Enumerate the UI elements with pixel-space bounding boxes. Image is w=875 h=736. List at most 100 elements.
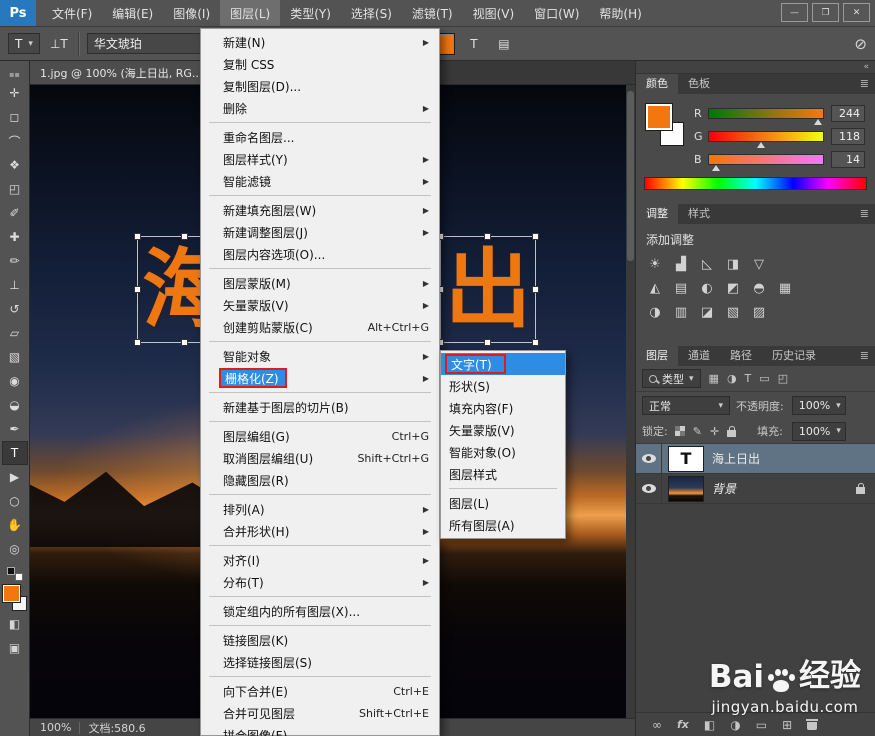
eraser-tool[interactable]: ▱ — [2, 321, 28, 345]
text-layer-object-chu[interactable]: 出 — [437, 233, 539, 346]
collapse-dock-icon[interactable]: « — [863, 62, 869, 72]
layer-filter-select[interactable]: 类型 ▾ — [642, 369, 701, 388]
levels-icon[interactable]: ▟ — [668, 252, 694, 276]
menu-item[interactable]: 新建调整图层(J) ▶ — [201, 221, 439, 243]
brightness-contrast-icon[interactable]: ☀ — [642, 252, 668, 276]
panel-tab[interactable]: 通道 — [678, 346, 720, 366]
adjustment-layer-filter-icon[interactable]: ◑ — [727, 372, 737, 385]
color-spectrum-ramp[interactable] — [644, 177, 867, 190]
foreground-color-swatch[interactable] — [2, 585, 20, 602]
menubar-item[interactable]: 视图(V) — [463, 0, 525, 26]
smart-object-filter-icon[interactable]: ◰ — [778, 372, 788, 385]
vibrance-icon[interactable]: ◭ — [642, 276, 668, 300]
channel-value[interactable]: 14 — [831, 151, 865, 168]
history-brush-tool[interactable]: ↺ — [2, 297, 28, 321]
menubar-item[interactable]: 编辑(E) — [102, 0, 163, 26]
close-button[interactable]: ✕ — [843, 3, 870, 22]
threshold-icon[interactable]: ◪ — [694, 300, 720, 324]
hue-saturation-icon[interactable]: ▤ — [668, 276, 694, 300]
transform-handle[interactable] — [532, 233, 539, 240]
menu-item[interactable]: 图层样式(Y) ▶ — [201, 148, 439, 170]
dodge-tool[interactable]: ◒ — [2, 393, 28, 417]
menu-item[interactable]: 向下合并(E) Ctrl+E — [201, 680, 439, 702]
type-layer-filter-icon[interactable]: T — [745, 372, 752, 385]
gradient-tool[interactable]: ▧ — [2, 345, 28, 369]
foreground-color-swatch[interactable] — [646, 104, 672, 130]
menu-item[interactable]: 智能对象(O) — [441, 441, 565, 463]
lock-all-icon[interactable] — [727, 425, 737, 437]
lock-position-icon[interactable]: ✛ — [710, 425, 719, 438]
marquee-tool[interactable]: ◻ — [2, 105, 28, 129]
minimize-button[interactable]: — — [781, 3, 808, 22]
palette-grip-icon[interactable]: ▪▪ — [9, 71, 20, 81]
layer-mask-icon[interactable]: ◧ — [704, 718, 715, 732]
curves-icon[interactable]: ◺ — [694, 252, 720, 276]
color-balance-icon[interactable]: ◐ — [694, 276, 720, 300]
menubar-item[interactable]: 选择(S) — [341, 0, 402, 26]
font-family-select[interactable]: 华文琥珀 ▾ — [86, 33, 213, 54]
hand-tool[interactable]: ✋ — [2, 513, 28, 537]
new-layer-icon[interactable]: ⊞ — [782, 718, 792, 732]
quick-selection-tool[interactable]: ❖ — [2, 153, 28, 177]
channel-mixer-icon[interactable]: ▦ — [772, 276, 798, 300]
menubar-item[interactable]: 帮助(H) — [589, 0, 651, 26]
transform-handle[interactable] — [134, 285, 141, 293]
channel-slider[interactable] — [708, 108, 824, 125]
toggle-panels-icon[interactable]: ▤ — [493, 33, 515, 55]
blend-mode-select[interactable]: 正常 ▾ — [642, 396, 730, 415]
menu-item[interactable]: 图层样式 — [441, 463, 565, 485]
menu-item[interactable]: 文字(T) — [441, 353, 565, 375]
menubar-item[interactable]: 类型(Y) — [280, 0, 341, 26]
menu-item[interactable]: 选择链接图层(S) — [201, 651, 439, 673]
eyedropper-tool[interactable]: ✐ — [2, 201, 28, 225]
menu-item[interactable]: 复制图层(D)... — [201, 75, 439, 97]
menubar-item[interactable]: 窗口(W) — [524, 0, 589, 26]
menu-item[interactable]: 删除 ▶ — [201, 97, 439, 119]
transform-handle[interactable] — [484, 339, 491, 346]
document-tab[interactable]: 1.jpg @ 100% (海上日出, RG... — [30, 61, 214, 84]
transform-handle[interactable] — [134, 233, 141, 240]
channel-value[interactable]: 244 — [831, 105, 865, 122]
slider-thumb-icon[interactable] — [814, 119, 823, 125]
gradient-map-icon[interactable]: ▧ — [720, 300, 746, 324]
panel-tab[interactable]: 调整 — [636, 204, 678, 224]
photo-filter-icon[interactable]: ◓ — [746, 276, 772, 300]
eye-icon[interactable] — [641, 454, 656, 463]
panel-tab[interactable]: 历史记录 — [762, 346, 826, 366]
menu-item[interactable]: 新建填充图层(W) ▶ — [201, 199, 439, 221]
restore-button[interactable]: ❐ — [812, 3, 839, 22]
opacity-input[interactable]: 100% ▾ — [791, 396, 846, 415]
brush-tool[interactable]: ✏ — [2, 249, 28, 273]
menubar-item[interactable]: 图层(L) — [220, 0, 281, 26]
menu-item[interactable]: 形状(S) — [441, 375, 565, 397]
cancel-edit-icon[interactable]: ⊘ — [854, 35, 867, 53]
foreground-background-swatch[interactable] — [2, 585, 27, 611]
slider-thumb-icon[interactable] — [757, 142, 766, 148]
menu-item[interactable]: 合并形状(H) ▶ — [201, 520, 439, 542]
transform-handle[interactable] — [532, 285, 539, 293]
menu-item[interactable]: 对齐(I) ▶ — [201, 549, 439, 571]
visibility-cell[interactable] — [636, 444, 662, 473]
black-white-icon[interactable]: ◩ — [720, 276, 746, 300]
menu-item[interactable]: 图层蒙版(M) ▶ — [201, 272, 439, 294]
screen-mode-icon[interactable]: ▣ — [2, 637, 28, 659]
menubar-item[interactable]: 滤镜(T) — [402, 0, 463, 26]
transform-handle[interactable] — [484, 233, 491, 240]
crop-tool[interactable]: ◰ — [2, 177, 28, 201]
menu-item[interactable]: 新建基于图层的切片(B) — [201, 396, 439, 418]
layer-thumbnail[interactable]: T — [668, 445, 704, 472]
menu-item[interactable]: 图层(L) — [441, 492, 565, 514]
posterize-icon[interactable]: ▥ — [668, 300, 694, 324]
menu-item[interactable]: 取消图层编组(U) Shift+Ctrl+G — [201, 447, 439, 469]
channel-slider[interactable] — [708, 154, 824, 171]
menu-item[interactable]: 填充内容(F) — [441, 397, 565, 419]
pen-tool[interactable]: ✒ — [2, 417, 28, 441]
delete-layer-icon[interactable] — [806, 719, 819, 730]
menu-item[interactable]: 智能对象 ▶ — [201, 345, 439, 367]
color-lookup-icon[interactable]: ▽ — [746, 252, 772, 276]
type-tool[interactable]: T — [1, 441, 28, 465]
layer-group-icon[interactable]: ▭ — [756, 718, 767, 732]
link-layers-icon[interactable]: ∞ — [652, 718, 662, 732]
fill-input[interactable]: 100% ▾ — [791, 421, 846, 441]
transform-handle[interactable] — [181, 233, 188, 240]
